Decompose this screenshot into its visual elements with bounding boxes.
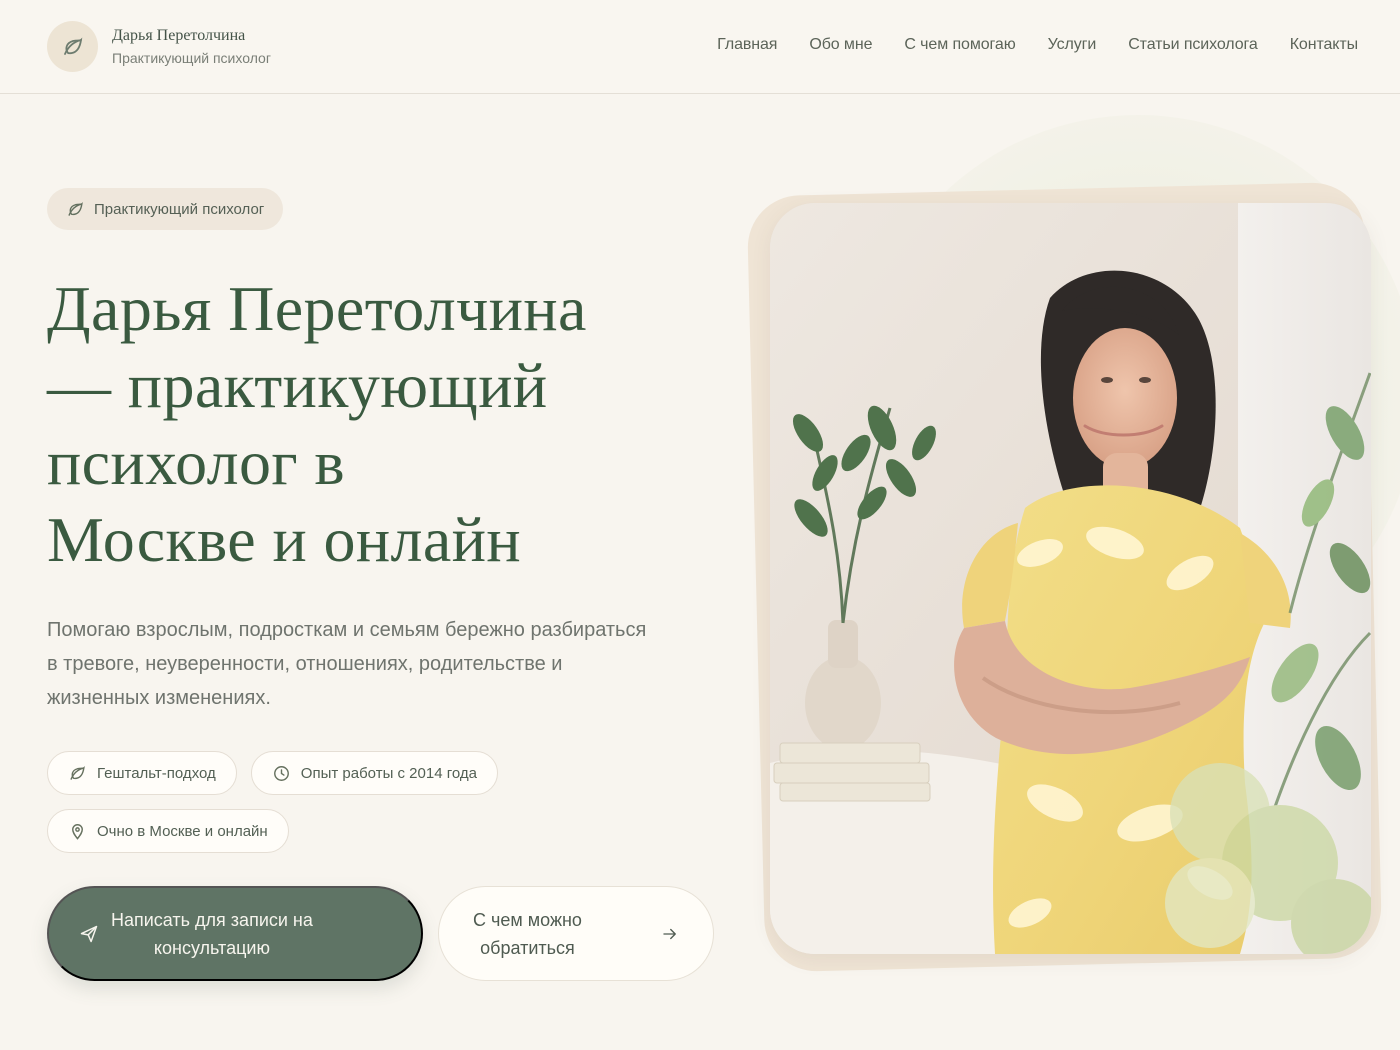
nav-home[interactable]: Главная [717,36,777,54]
what-to-ask-button[interactable]: С чем можно обратиться [438,886,714,981]
brand-name: Дарья Перетолчина [112,27,246,44]
hero-actions: Написать для записи на консультацию С че… [47,886,717,981]
tag-label: Опыт работы с 2014 года [300,764,477,782]
portrait-image [770,203,1371,954]
brand-subtitle: Практикующий психолог [112,50,271,66]
site-header: Дарья Перетолчина Практикующий психолог … [0,0,1400,94]
tag-label: Очно в Москве и онлайн [97,822,268,840]
button-line: обратиться [480,937,575,958]
leaf-icon [70,765,85,780]
book-consultation-label: Написать для записи на консультацию [111,906,313,962]
leaf-icon [47,21,98,72]
hero-badge: Практикующий психолог [47,188,284,230]
tag-gestalt: Гештальт-подход [47,751,237,795]
location-pin-icon [72,823,83,840]
nav-contacts[interactable]: Контакты [1290,36,1358,54]
clock-icon [273,765,289,781]
hero-title: Дарья Перетолчина — практикующий психоло… [47,270,697,578]
send-icon [80,925,98,942]
hero-title-line: психолог в [47,427,346,498]
hero-tags: Гештальт-подход Опыт работы с 2014 года … [47,751,567,853]
brand-logo[interactable]: Дарья Перетолчина Практикующий психолог [47,21,271,72]
main-navigation: Главная Обо мне С чем помогаю Услуги Ста… [717,36,1358,54]
tag-label: Гештальт-подход [97,764,216,782]
tag-experience: Опыт работы с 2014 года [250,751,498,795]
hero-description-line: в тревоге, неуверенности, отношениях, ро… [47,653,563,675]
button-line: консультацию [153,937,270,958]
nav-services[interactable]: Услуги [1048,36,1097,54]
nav-about[interactable]: Обо мне [809,36,872,54]
portrait-section [746,115,1400,975]
button-line: Написать для записи на [111,909,313,930]
hero-badge-label: Практикующий психолог [94,200,265,218]
leaf-icon [68,201,83,216]
arrow-right-icon [663,928,676,939]
hero-section: Практикующий психолог Дарья Перетолчина … [47,188,717,981]
nav-help[interactable]: С чем помогаю [904,36,1015,54]
tag-location: Очно в Москве и онлайн [47,809,289,853]
book-consultation-button[interactable]: Написать для записи на консультацию [47,886,423,981]
hero-description-line: Помогаю взрослым, подросткам и семьям бе… [47,619,647,641]
button-line: С чем можно [473,909,582,930]
hero-description: Помогаю взрослым, подросткам и семьям бе… [47,613,707,715]
what-to-ask-label: С чем можно обратиться [473,906,582,962]
hero-description-line: жизненных изменениях. [47,687,271,709]
hero-title-line: Дарья Перетолчина [47,273,587,344]
hero-title-line: Москве и онлайн [47,504,521,575]
brand-text: Дарья Перетолчина Практикующий психолог [112,27,271,66]
hero-title-line: — практикующий [47,350,548,421]
nav-articles[interactable]: Статьи психолога [1128,36,1258,54]
